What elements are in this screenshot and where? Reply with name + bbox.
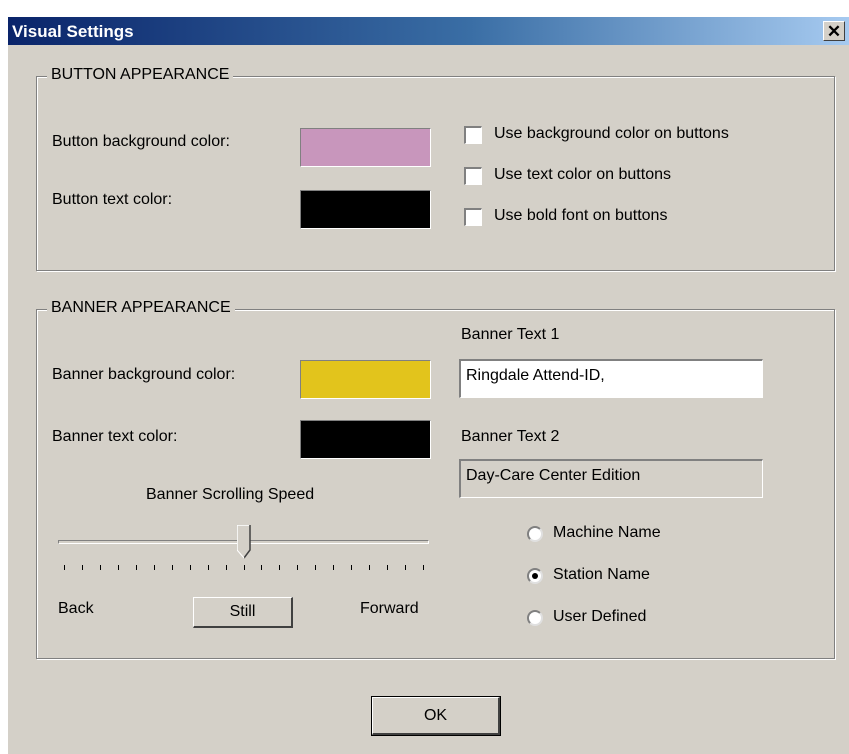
banner-text-2-input[interactable]: Day-Care Center Edition <box>459 459 763 498</box>
slider-tick <box>333 565 335 570</box>
use-bg-color-checkbox[interactable] <box>464 126 482 144</box>
user-defined-label[interactable]: User Defined <box>553 608 646 626</box>
slider-tick <box>225 565 227 570</box>
banner-text-color-swatch[interactable] <box>300 420 431 459</box>
scrolling-speed-slider[interactable] <box>58 522 432 582</box>
slider-tick <box>171 565 173 570</box>
slider-tick <box>369 565 371 570</box>
slider-tick <box>99 565 101 570</box>
banner-appearance-legend: BANNER APPEARANCE <box>47 299 235 317</box>
slider-thumb[interactable] <box>236 525 251 559</box>
button-text-color-label: Button text color: <box>52 191 173 208</box>
slider-tick <box>405 565 407 570</box>
slider-tick <box>81 565 83 570</box>
slider-tick <box>297 565 299 570</box>
slider-tick <box>351 565 353 570</box>
button-bg-color-label: Button background color: <box>52 133 230 150</box>
still-button[interactable]: Still <box>193 597 293 628</box>
banner-text-1-input[interactable]: Ringdale Attend-ID, <box>459 359 763 398</box>
slider-tick <box>423 565 424 570</box>
slider-tick <box>153 565 155 570</box>
banner-bg-color-label: Banner background color: <box>52 366 236 383</box>
station-name-radio[interactable] <box>527 568 543 584</box>
slider-tick <box>135 565 137 570</box>
machine-name-radio[interactable] <box>527 526 543 542</box>
use-bold-font-checkbox[interactable] <box>464 208 482 226</box>
still-button-label: Still <box>229 603 256 620</box>
use-text-color-checkbox[interactable] <box>464 167 482 185</box>
banner-bg-color-swatch[interactable] <box>300 360 431 399</box>
radio-dot <box>532 573 538 579</box>
banner-text-2-value: Day-Care Center Edition <box>466 467 641 484</box>
button-bg-color-swatch[interactable] <box>300 128 431 167</box>
title-bar[interactable]: Visual Settings ✕ <box>8 17 849 45</box>
slider-tick <box>64 565 65 570</box>
close-button[interactable]: ✕ <box>823 21 845 41</box>
slider-tick <box>279 565 281 570</box>
scrolling-speed-label: Banner Scrolling Speed <box>146 486 315 503</box>
slider-back-label: Back <box>58 600 94 617</box>
button-text-color-swatch[interactable] <box>300 190 431 229</box>
slider-tick <box>315 565 317 570</box>
window-title: Visual Settings <box>12 22 134 41</box>
slider-tick <box>189 565 191 570</box>
button-appearance-group: BUTTON APPEARANCE <box>36 66 835 271</box>
station-name-label[interactable]: Station Name <box>553 566 650 584</box>
banner-text-1-value: Ringdale Attend-ID, <box>466 367 605 384</box>
slider-tick <box>117 565 119 570</box>
use-bg-color-label[interactable]: Use background color on buttons <box>494 125 729 143</box>
ok-button[interactable]: OK <box>371 696 501 736</box>
banner-text-color-label: Banner text color: <box>52 428 178 445</box>
use-bold-font-label[interactable]: Use bold font on buttons <box>494 207 667 225</box>
button-appearance-legend: BUTTON APPEARANCE <box>47 66 234 84</box>
visual-settings-dialog: Visual Settings ✕ BUTTON APPEARANCE Butt… <box>8 17 849 754</box>
slider-tick <box>243 565 245 570</box>
use-text-color-label[interactable]: Use text color on buttons <box>494 166 671 184</box>
user-defined-radio[interactable] <box>527 610 543 626</box>
banner-text-2-label: Banner Text 2 <box>461 428 560 445</box>
banner-text-1-label: Banner Text 1 <box>461 326 560 343</box>
slider-tick <box>207 565 209 570</box>
close-icon: ✕ <box>826 21 842 41</box>
slider-tick <box>261 565 263 570</box>
slider-forward-label: Forward <box>360 600 419 617</box>
machine-name-label[interactable]: Machine Name <box>553 524 661 542</box>
ok-button-label: OK <box>423 706 448 724</box>
slider-tick <box>387 565 389 570</box>
